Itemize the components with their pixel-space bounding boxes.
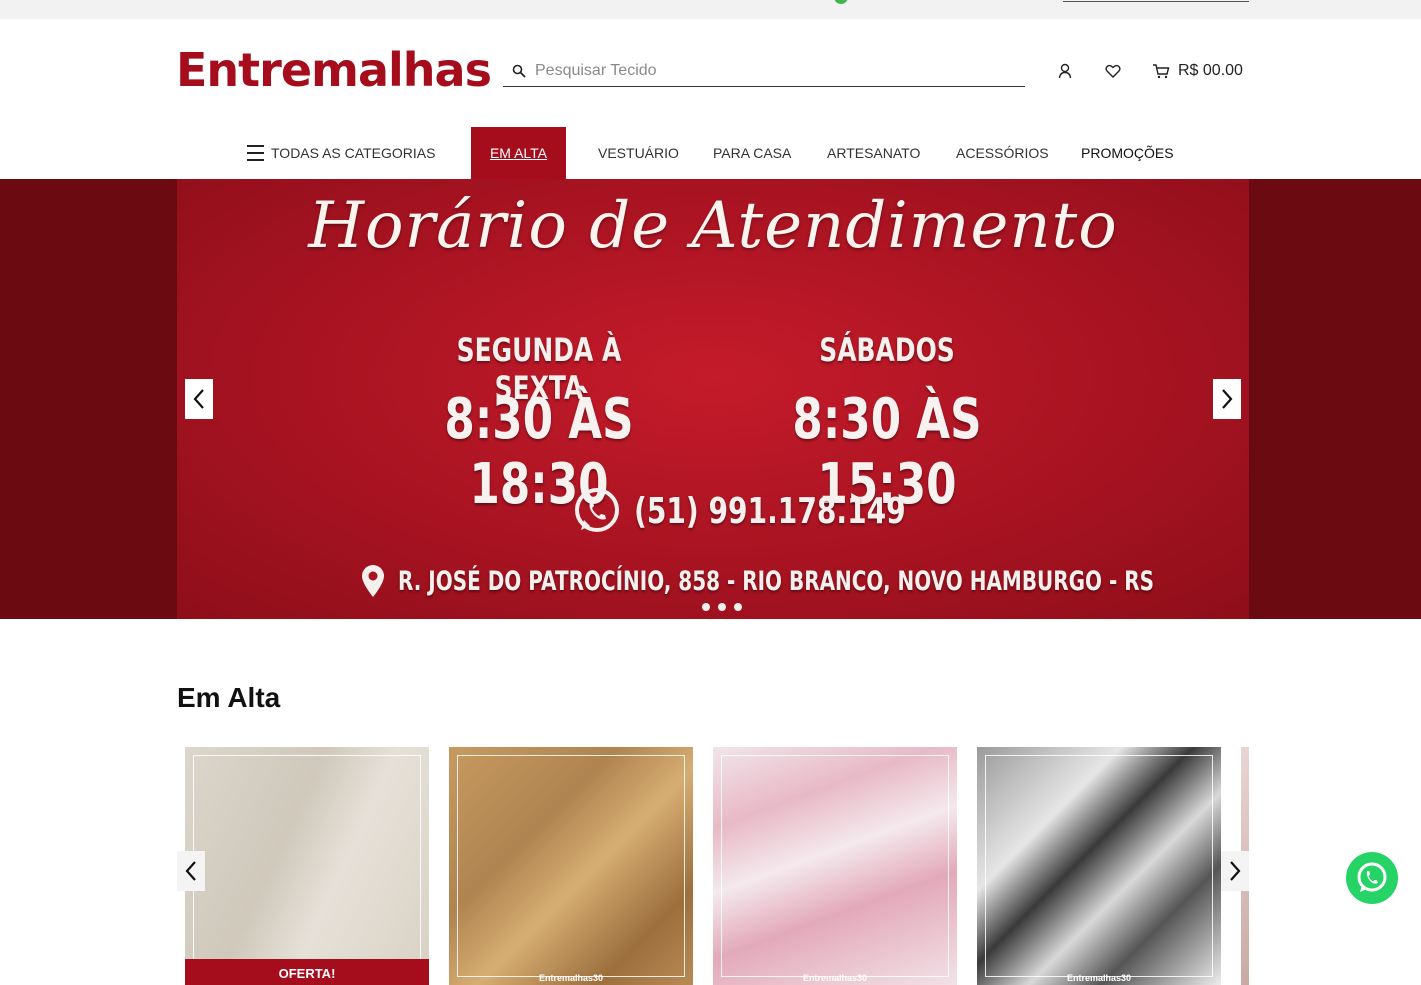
product-image-frame	[985, 755, 1213, 977]
banner-address: R. JOSÉ DO PATROCÍNIO, 858 - RIO BRANCO,…	[398, 565, 1155, 597]
cart-icon	[1153, 64, 1170, 79]
location-pin-icon	[362, 565, 384, 597]
nav-item-para-casa[interactable]: PARA CASA	[713, 127, 791, 179]
banner-dot[interactable]	[734, 603, 742, 611]
product-watermark: Entremalhas30	[802, 973, 868, 983]
whatsapp-float-button[interactable]	[1346, 852, 1398, 904]
cart-button[interactable]: R$ 00.00	[1152, 60, 1243, 82]
banner-dot[interactable]	[718, 603, 726, 611]
banner-title: Horário de Atendimento	[308, 189, 1118, 263]
products-prev-button[interactable]	[177, 851, 205, 891]
banner-saturday-label: SÁBADOS	[819, 331, 955, 369]
whatsapp-icon	[575, 488, 619, 532]
whatsapp-icon	[1357, 862, 1387, 892]
chevron-left-icon	[193, 389, 204, 409]
top-bar-text-fragment	[958, 0, 1008, 2]
banner-pagination	[702, 603, 742, 611]
product-watermark: Entremalhas30	[1066, 973, 1132, 983]
nav-item-vestuario[interactable]: VESTUÁRIO	[598, 127, 679, 179]
hero-banner[interactable]: Horário de Atendimento SEGUNDA À SEXTA S…	[177, 179, 1249, 619]
search-icon[interactable]	[512, 64, 526, 78]
main-nav: TODAS AS CATEGORIAS EM ALTA VESTUÁRIO PA…	[0, 127, 1421, 179]
top-bar	[0, 0, 1421, 19]
user-icon[interactable]	[1056, 62, 1074, 80]
menu-icon[interactable]	[247, 145, 264, 161]
chevron-left-icon	[185, 861, 196, 881]
cart-total: R$ 00.00	[1178, 62, 1243, 79]
nav-item-acessorios[interactable]: ACESSÓRIOS	[956, 127, 1049, 179]
section-title: Em Alta	[177, 682, 281, 713]
top-bar-link-fragment[interactable]	[1063, 0, 1249, 2]
nav-item-artesanato[interactable]: ARTESANATO	[827, 127, 920, 179]
chevron-right-icon	[1230, 861, 1241, 881]
banner-dot[interactable]	[702, 603, 710, 611]
product-card[interactable]: OFERTA!	[185, 747, 429, 985]
banner-prev-button[interactable]	[185, 379, 213, 419]
banner-address-row: R. JOSÉ DO PATROCÍNIO, 858 - RIO BRANCO,…	[360, 563, 1249, 599]
search-bar[interactable]	[503, 56, 1025, 87]
banner-phone-row: (51) 991.178.149	[572, 484, 982, 538]
product-watermark: Entremalhas30	[538, 973, 604, 983]
product-carousel: OFERTA! Entremalhas30 Entremalhas30 Entr…	[185, 747, 1249, 985]
product-card[interactable]: Entremalhas30	[449, 747, 693, 985]
products-next-button[interactable]	[1221, 851, 1249, 891]
banner-phone: (51) 991.178.149	[634, 490, 906, 532]
offer-badge: OFERTA!	[185, 959, 429, 985]
product-image-frame	[457, 755, 685, 977]
product-card[interactable]: Entremalhas30	[713, 747, 957, 985]
banner-next-button[interactable]	[1213, 379, 1241, 419]
chevron-right-icon	[1222, 389, 1233, 409]
nav-item-promocoes[interactable]: PROMOÇÕES	[1081, 127, 1174, 179]
whatsapp-small-icon[interactable]	[834, 0, 848, 4]
search-input[interactable]	[535, 58, 1015, 84]
product-image-frame	[193, 755, 421, 977]
heart-icon[interactable]	[1104, 62, 1122, 80]
nav-item-em-alta[interactable]: EM ALTA	[471, 127, 566, 179]
product-card[interactable]: Entremalhas30	[977, 747, 1221, 985]
nav-all-categories[interactable]: TODAS AS CATEGORIAS	[271, 127, 435, 179]
site-logo[interactable]: Entremalhas	[176, 44, 492, 96]
product-image-frame	[721, 755, 949, 977]
